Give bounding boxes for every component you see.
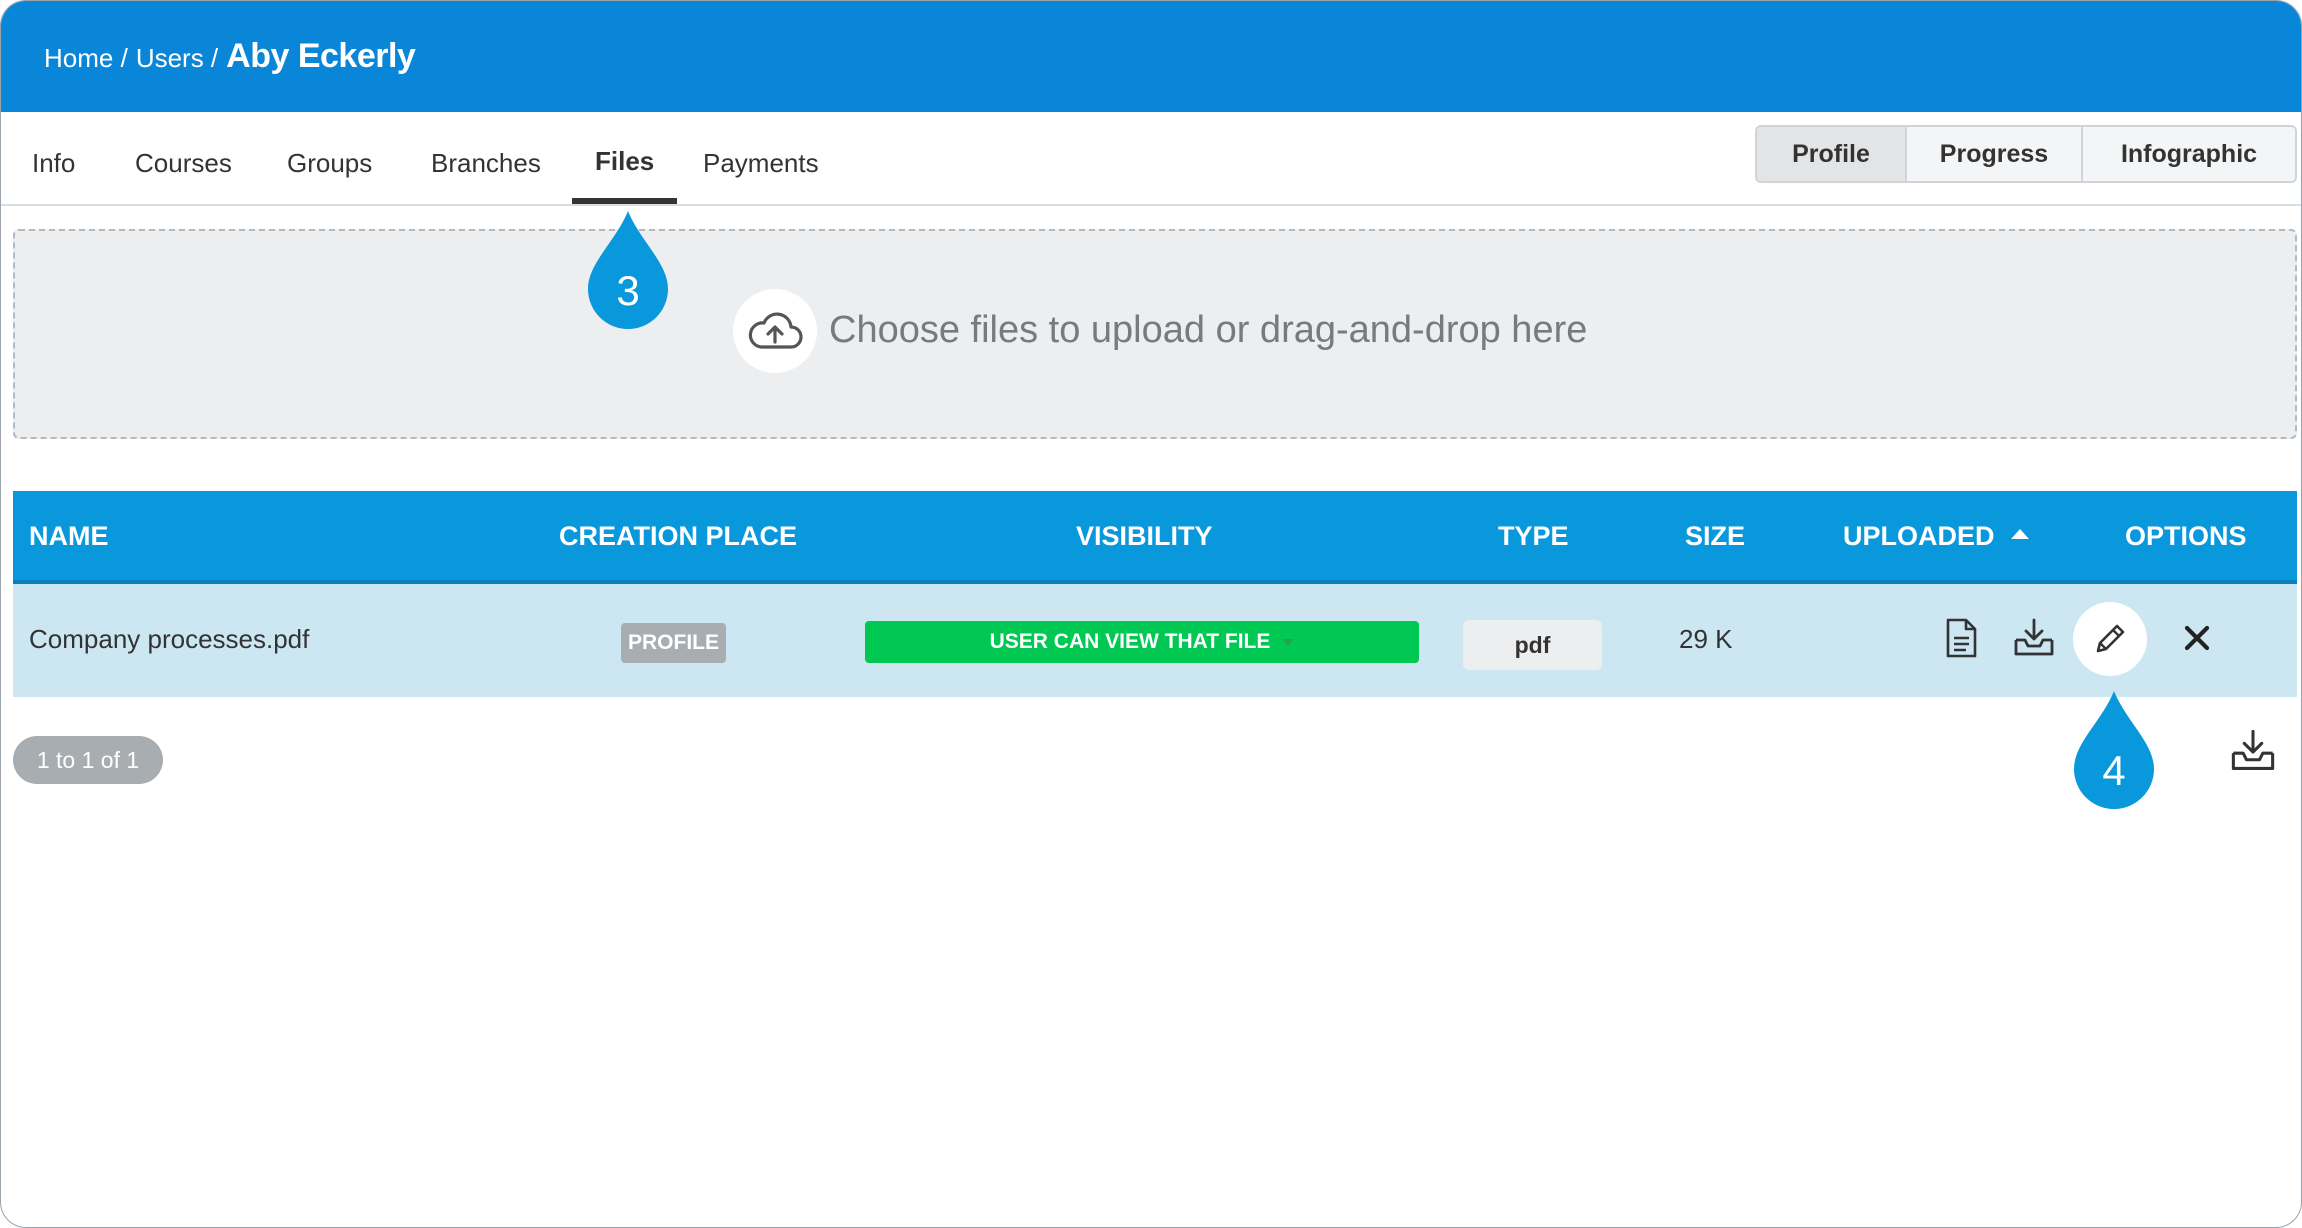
sort-ascending-icon xyxy=(2010,528,2029,539)
file-type-badge: pdf xyxy=(1463,620,1602,670)
upload-prompt[interactable]: Choose files to upload or drag-and-drop … xyxy=(829,309,1587,352)
pencil-icon xyxy=(2096,624,2125,653)
chevron-down-icon xyxy=(1282,638,1295,646)
table-header: NAME CREATION PLACE VISIBILITY TYPE SIZE… xyxy=(13,491,2297,584)
callout-number: 3 xyxy=(616,267,640,314)
column-uploaded[interactable]: UPLOADED xyxy=(1843,521,2029,552)
profile-view-button[interactable]: Profile xyxy=(1757,127,1907,181)
cloud-upload-icon[interactable] xyxy=(733,289,817,373)
table-row: Company processes.pdf PROFILE USER CAN V… xyxy=(13,584,2297,697)
export-download-icon[interactable] xyxy=(2227,725,2279,777)
column-size[interactable]: SIZE xyxy=(1685,521,1745,552)
preview-file-icon[interactable] xyxy=(1939,616,1983,660)
breadcrumb-users[interactable]: Users / xyxy=(136,43,218,74)
column-uploaded-label: UPLOADED xyxy=(1843,521,1995,551)
tab-payments[interactable]: Payments xyxy=(703,148,819,179)
file-size: 29 K xyxy=(1679,624,1733,654)
column-type[interactable]: TYPE xyxy=(1498,521,1569,552)
callout-step-4: 4 xyxy=(2074,691,2154,809)
infographic-view-button[interactable]: Infographic xyxy=(2083,127,2295,181)
file-name[interactable]: Company processes.pdf xyxy=(29,624,309,655)
page-header: Home / Users / Aby Eckerly xyxy=(1,1,2301,112)
edit-file-button[interactable] xyxy=(2073,602,2147,676)
callout-number: 4 xyxy=(2102,747,2126,794)
download-icon[interactable] xyxy=(2012,616,2056,660)
column-name[interactable]: NAME xyxy=(29,521,109,552)
breadcrumb: Home / Users / Aby Eckerly xyxy=(44,37,423,76)
view-switch: Profile Progress Infographic xyxy=(1755,125,2297,183)
delete-icon[interactable] xyxy=(2175,616,2219,660)
tab-info[interactable]: Info xyxy=(32,148,75,179)
tab-groups[interactable]: Groups xyxy=(287,148,372,179)
callout-step-3: 3 xyxy=(588,211,668,329)
visibility-label: USER CAN VIEW THAT FILE xyxy=(989,630,1271,653)
pagination-info: 1 to 1 of 1 xyxy=(13,736,163,784)
tab-branches[interactable]: Branches xyxy=(431,148,541,179)
column-visibility[interactable]: VISIBILITY xyxy=(1076,521,1213,552)
tab-courses[interactable]: Courses xyxy=(135,148,232,179)
column-options: OPTIONS xyxy=(2125,521,2247,551)
app-frame: Home / Users / Aby Eckerly Info Courses … xyxy=(0,0,2302,1228)
visibility-dropdown[interactable]: USER CAN VIEW THAT FILE xyxy=(865,621,1419,663)
tab-files[interactable]: Files xyxy=(595,146,654,177)
creation-place-badge: PROFILE xyxy=(621,623,726,663)
breadcrumb-home[interactable]: Home / xyxy=(44,43,128,74)
column-creation-place[interactable]: CREATION PLACE xyxy=(559,521,797,552)
breadcrumb-current: Aby Eckerly xyxy=(226,37,416,75)
progress-view-button[interactable]: Progress xyxy=(1907,127,2083,181)
active-tab-indicator xyxy=(572,198,677,204)
